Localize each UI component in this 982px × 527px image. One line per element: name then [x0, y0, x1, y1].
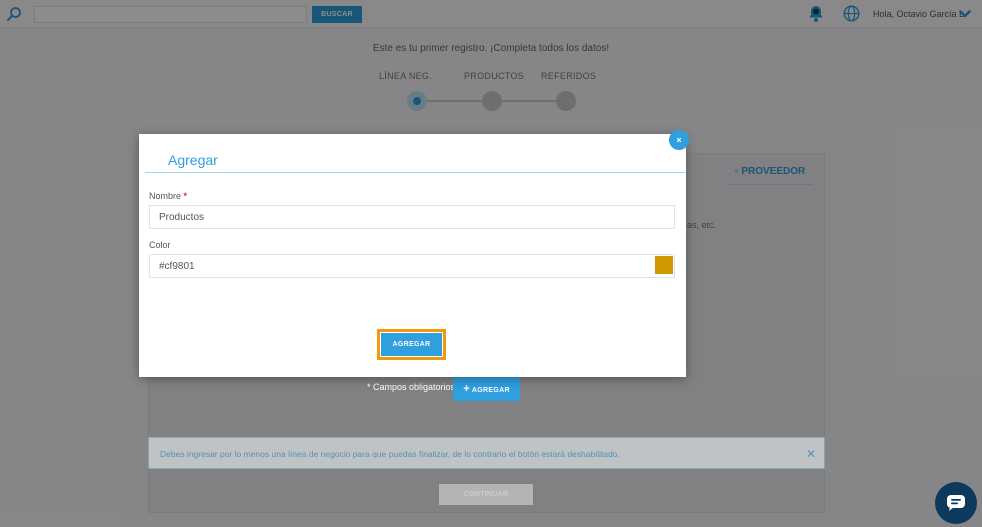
color-input[interactable]	[149, 254, 675, 278]
close-icon[interactable]: ✕	[806, 447, 816, 461]
plus-icon: +	[463, 383, 470, 395]
required-mark: *	[183, 191, 188, 201]
agregar-submit-button[interactable]: AGREGAR	[381, 333, 442, 356]
add-business-line-label: AGREGAR	[471, 387, 510, 394]
modal-divider	[145, 172, 686, 173]
add-modal: Agregar × Nombre * Color AGREGAR	[139, 130, 689, 377]
add-business-line-button[interactable]: + AGREGAR	[453, 377, 520, 401]
chat-button[interactable]	[935, 482, 977, 524]
color-swatch[interactable]	[655, 256, 673, 274]
info-alert-text: Debes ingresar por lo menos una línea de…	[160, 449, 620, 459]
name-input[interactable]	[149, 205, 675, 229]
name-label-text: Nombre	[149, 191, 182, 201]
continue-button[interactable]: CONTINUAR	[439, 484, 533, 505]
chat-bubble-icon	[947, 495, 965, 511]
color-field-label: Color	[149, 240, 171, 250]
info-alert: Debes ingresar por lo menos una línea de…	[148, 437, 825, 469]
modal-close-button[interactable]: ×	[669, 130, 689, 150]
name-field-label: Nombre *	[149, 191, 187, 201]
modal-title: Agregar	[168, 152, 218, 168]
required-fields-note: * Campos obligatorios	[367, 382, 456, 392]
